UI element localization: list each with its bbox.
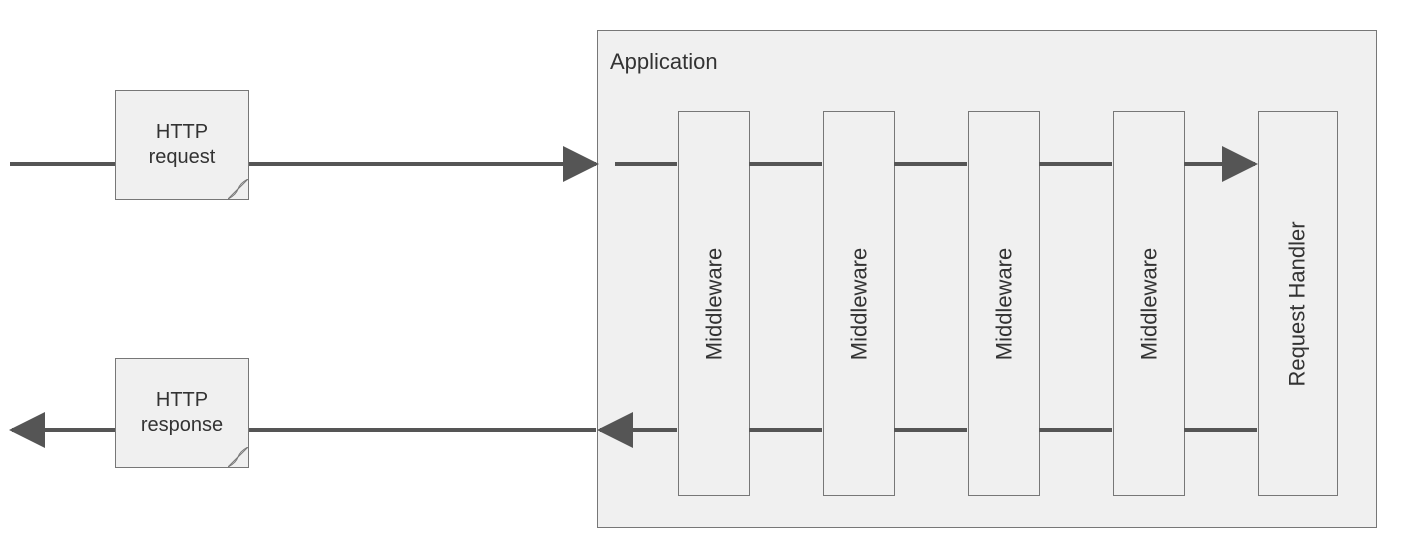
- note-fold-icon: [228, 447, 248, 467]
- middleware-box: Middleware: [678, 111, 750, 496]
- http-request-note: HTTP request: [115, 90, 249, 200]
- http-request-line1: HTTP: [156, 121, 208, 143]
- middleware-label: Middleware: [991, 247, 1017, 360]
- request-handler-label: Request Handler: [1285, 221, 1311, 386]
- note-fold-icon: [228, 179, 248, 199]
- application-container: Application Middleware Middleware Middle…: [597, 30, 1377, 528]
- diagram-canvas: Application Middleware Middleware Middle…: [0, 0, 1424, 554]
- http-request-line2: request: [149, 146, 216, 168]
- middleware-label: Middleware: [701, 247, 727, 360]
- middleware-box: Middleware: [968, 111, 1040, 496]
- http-response-note: HTTP response: [115, 358, 249, 468]
- http-response-line1: HTTP: [156, 389, 208, 411]
- middleware-box: Middleware: [1113, 111, 1185, 496]
- http-response-line2: response: [141, 414, 223, 436]
- middleware-label: Middleware: [1136, 247, 1162, 360]
- application-title: Application: [610, 49, 718, 75]
- middleware-label: Middleware: [846, 247, 872, 360]
- middleware-box: Middleware: [823, 111, 895, 496]
- request-handler-box: Request Handler: [1258, 111, 1338, 496]
